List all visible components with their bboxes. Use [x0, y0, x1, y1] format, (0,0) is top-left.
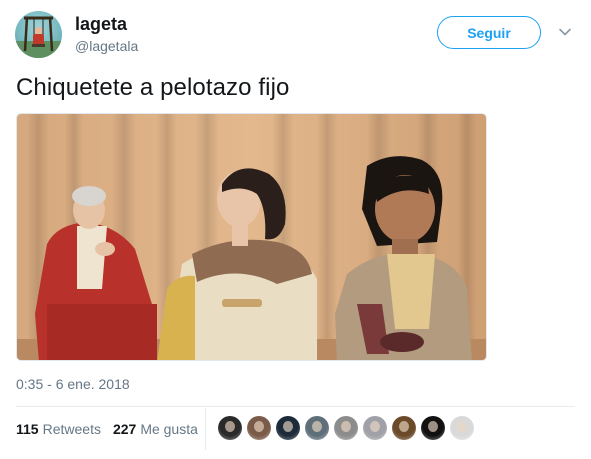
liker-avatar-8[interactable] [421, 416, 445, 440]
likes-stat[interactable]: 227 Me gusta [113, 421, 198, 437]
tweet-media-image[interactable] [16, 113, 487, 361]
avatar-face [399, 421, 409, 432]
likes-count: 227 [112, 421, 137, 437]
avatar-face [254, 421, 264, 432]
liker-avatar-6[interactable] [363, 416, 387, 440]
liker-avatar-4[interactable] [305, 416, 329, 440]
stats-separator [205, 408, 206, 450]
avatar-face [428, 421, 438, 432]
tweet-text: Chiquetete a pelotazo fijo [16, 74, 290, 101]
user-handle[interactable]: @lagetala [75, 38, 138, 54]
retweets-label: Retweets [42, 421, 101, 437]
avatar-image [15, 16, 62, 58]
avatar-face [370, 421, 380, 432]
avatar-face [283, 421, 293, 432]
divider [16, 406, 575, 407]
liker-avatar-2[interactable] [247, 416, 271, 440]
display-name[interactable]: lageta [75, 14, 127, 35]
avatar-face [457, 421, 467, 432]
follow-button[interactable]: Seguir [437, 16, 541, 49]
avatar-face [312, 421, 322, 432]
liker-avatar-9[interactable] [450, 416, 474, 440]
likes-label: Me gusta [140, 421, 198, 437]
liker-avatar-7[interactable] [392, 416, 416, 440]
avatar-face [341, 421, 351, 432]
liker-avatar-1[interactable] [218, 416, 242, 440]
liker-avatar-3[interactable] [276, 416, 300, 440]
avatar-face [225, 421, 235, 432]
user-avatar[interactable] [15, 11, 62, 58]
likers-avatars [218, 416, 479, 440]
retweets-stat[interactable]: 115 Retweets [16, 421, 101, 437]
chevron-down-icon[interactable] [557, 24, 573, 40]
retweets-count: 115 [16, 421, 39, 437]
tweet-stats: 115 Retweets 227 Me gusta [16, 421, 210, 437]
liker-avatar-5[interactable] [334, 416, 358, 440]
tweet-header: lageta @lagetala Seguir [0, 0, 591, 66]
tweet-timestamp[interactable]: 0:35 - 6 ene. 2018 [16, 376, 130, 392]
media-photo [17, 114, 486, 360]
